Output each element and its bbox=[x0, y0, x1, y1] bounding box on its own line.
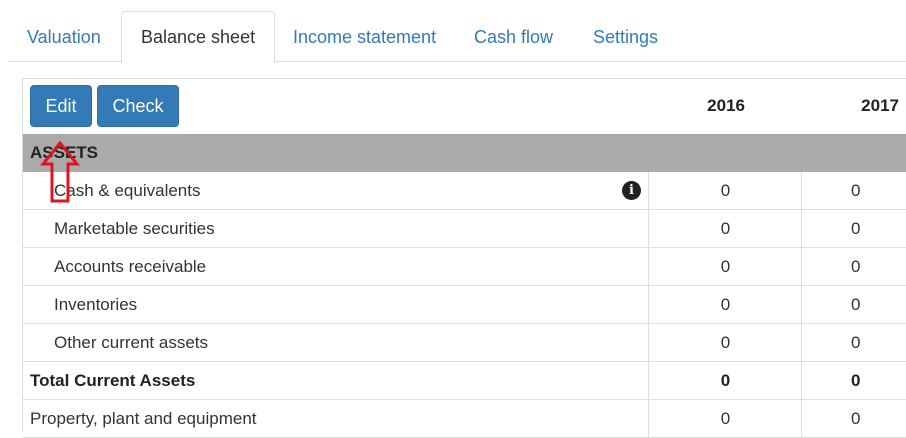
section-header-assets: ASSETS bbox=[23, 134, 906, 172]
value-2017[interactable]: 0 bbox=[801, 248, 906, 285]
tab-valuation[interactable]: Valuation bbox=[27, 12, 101, 62]
row-label: Inventories bbox=[54, 295, 138, 314]
table-row: Cash & equivalents i 0 0 bbox=[23, 172, 906, 210]
table-row: Property, plant and equipment 0 0 bbox=[23, 400, 906, 438]
value-2017: 0 bbox=[801, 362, 906, 399]
check-button[interactable]: Check bbox=[97, 85, 179, 127]
table-row: Marketable securities 0 0 bbox=[23, 210, 906, 248]
row-label: Other current assets bbox=[54, 333, 209, 352]
value-2016[interactable]: 0 bbox=[648, 172, 802, 209]
row-label: Accounts receivable bbox=[54, 257, 207, 276]
tab-cash-flow[interactable]: Cash flow bbox=[474, 12, 553, 62]
value-2016[interactable]: 0 bbox=[648, 210, 802, 247]
year-header-2017: 2017 bbox=[861, 96, 899, 115]
table-row: Other current assets 0 0 bbox=[23, 324, 906, 362]
value-2017[interactable]: 0 bbox=[801, 324, 906, 361]
value-2017[interactable]: 0 bbox=[801, 210, 906, 247]
row-label: Total Current Assets bbox=[30, 371, 196, 390]
info-icon[interactable]: i bbox=[622, 181, 641, 200]
table-row-total: Total Current Assets 0 0 bbox=[23, 362, 906, 400]
red-arrow-up-icon bbox=[40, 140, 80, 203]
row-label: Property, plant and equipment bbox=[30, 409, 257, 428]
tab-settings[interactable]: Settings bbox=[593, 12, 658, 62]
table-header-row: Edit Check 2016 2017 bbox=[23, 79, 906, 134]
value-2016[interactable]: 0 bbox=[648, 400, 802, 437]
table-row: Inventories 0 0 bbox=[23, 286, 906, 324]
value-2016[interactable]: 0 bbox=[648, 286, 802, 323]
value-2016[interactable]: 0 bbox=[648, 248, 802, 285]
value-2016[interactable]: 0 bbox=[648, 324, 802, 361]
year-header-2016: 2016 bbox=[707, 96, 745, 115]
balance-sheet-table: Edit Check 2016 2017 ASSETS Cash & equiv… bbox=[22, 78, 906, 438]
table-row: Accounts receivable 0 0 bbox=[23, 248, 906, 286]
edit-button[interactable]: Edit bbox=[30, 85, 92, 127]
value-2017[interactable]: 0 bbox=[801, 286, 906, 323]
tab-bar: Valuation Balance sheet Income statement… bbox=[8, 0, 906, 63]
value-2017[interactable]: 0 bbox=[801, 172, 906, 209]
value-2016: 0 bbox=[648, 362, 802, 399]
row-label: Marketable securities bbox=[54, 219, 215, 238]
value-2017[interactable]: 0 bbox=[801, 400, 906, 437]
tab-balance-sheet[interactable]: Balance sheet bbox=[121, 11, 276, 63]
tab-income-statement[interactable]: Income statement bbox=[293, 12, 436, 62]
